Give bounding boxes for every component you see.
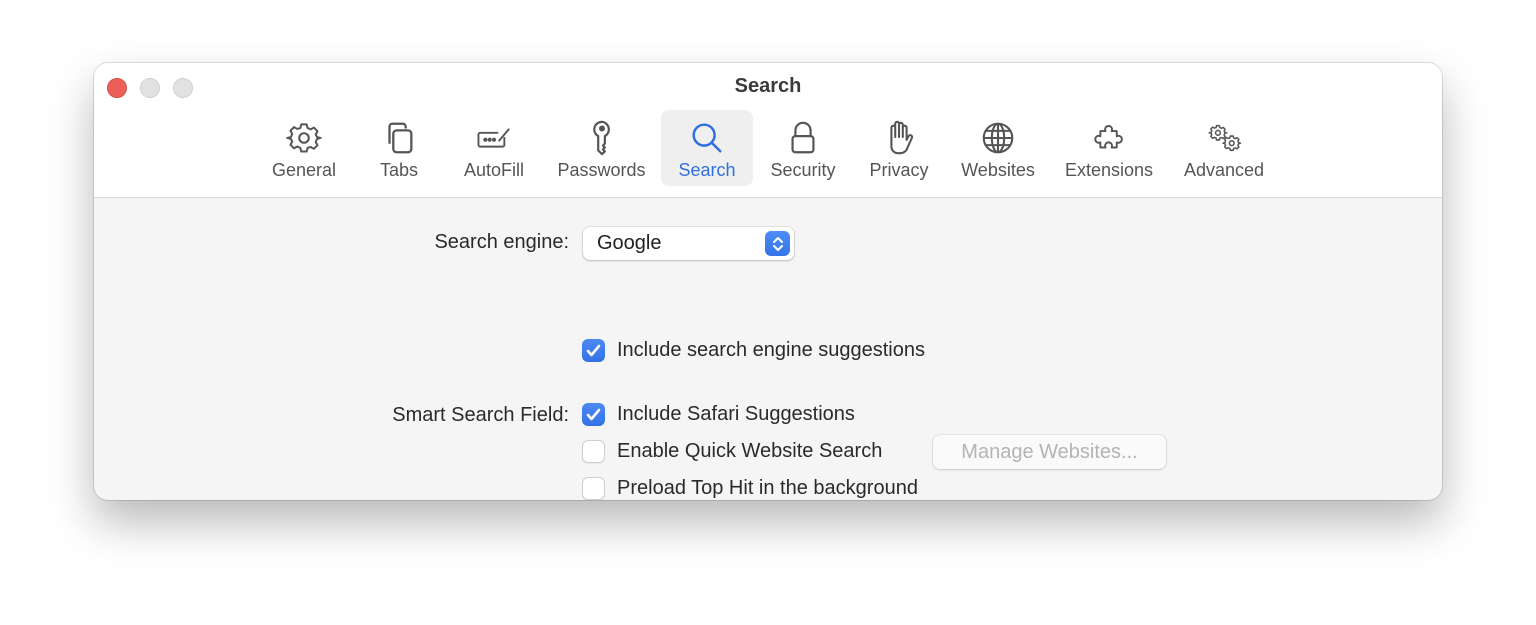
tab-search[interactable]: Search (661, 110, 753, 186)
tab-security[interactable]: Security (759, 110, 847, 186)
key-icon (582, 118, 622, 158)
autofill-icon (474, 118, 514, 158)
enable-quick-website-search-row[interactable]: Enable Quick Website Search (582, 440, 882, 463)
include-search-engine-suggestions-checkbox[interactable] (582, 339, 605, 362)
tab-label: AutoFill (463, 160, 525, 180)
smart-search-field-label: Smart Search Field: (392, 404, 569, 426)
tab-label: General (271, 160, 337, 180)
gear-icon (284, 118, 324, 158)
tab-label: Advanced (1183, 160, 1265, 180)
preferences-window: Search General Tabs AutoFill Passwords S… (94, 63, 1442, 500)
tab-passwords[interactable]: Passwords (549, 110, 654, 186)
search-preferences-pane: Search engine: Google Include search eng… (94, 198, 1442, 500)
checkmark-icon (586, 408, 601, 421)
enable-quick-website-search-checkbox[interactable] (582, 440, 605, 463)
gears-icon (1204, 118, 1244, 158)
tab-label: Tabs (379, 160, 419, 180)
hand-icon (879, 118, 919, 158)
checkbox-label: Preload Top Hit in the background (617, 477, 918, 499)
puzzle-icon (1089, 118, 1129, 158)
tab-label: Extensions (1064, 160, 1154, 180)
include-search-engine-suggestions-row[interactable]: Include search engine suggestions (582, 339, 925, 362)
preload-top-hit-row[interactable]: Preload Top Hit in the background (582, 477, 918, 500)
preload-top-hit-checkbox[interactable] (582, 477, 605, 500)
globe-icon (978, 118, 1018, 158)
preferences-toolbar: General Tabs AutoFill Passwords Search S… (94, 110, 1442, 186)
tab-label: Security (770, 160, 836, 180)
tab-label: Passwords (557, 160, 646, 180)
tabs-icon (379, 118, 419, 158)
tab-label: Privacy (869, 160, 929, 180)
search-engine-select[interactable]: Google (583, 227, 794, 260)
checkmark-icon (586, 344, 601, 357)
tab-advanced[interactable]: Advanced (1174, 110, 1274, 186)
search-engine-value: Google (597, 232, 662, 254)
manage-websites-button[interactable]: Manage Websites... (933, 435, 1166, 469)
tab-websites[interactable]: Websites (952, 110, 1044, 186)
lock-icon (783, 118, 823, 158)
tab-autofill[interactable]: AutoFill (454, 110, 534, 186)
tab-label: Websites (961, 160, 1035, 180)
magnifier-icon (687, 118, 727, 158)
window-title: Search (734, 75, 802, 97)
include-safari-suggestions-checkbox[interactable] (582, 403, 605, 426)
checkbox-label: Include Safari Suggestions (617, 403, 855, 425)
tab-privacy[interactable]: Privacy (859, 110, 939, 186)
tab-label: Search (678, 160, 736, 180)
tab-extensions[interactable]: Extensions (1056, 110, 1162, 186)
checkbox-label: Include search engine suggestions (617, 339, 925, 361)
search-engine-label: Search engine: (434, 231, 569, 253)
titlebar: Search General Tabs AutoFill Passwords S… (94, 63, 1442, 198)
checkbox-label: Enable Quick Website Search (617, 440, 883, 462)
tab-tabs[interactable]: Tabs (364, 110, 434, 186)
tab-general[interactable]: General (264, 110, 344, 186)
include-safari-suggestions-row[interactable]: Include Safari Suggestions (582, 403, 855, 426)
chevron-up-down-icon (765, 231, 790, 256)
